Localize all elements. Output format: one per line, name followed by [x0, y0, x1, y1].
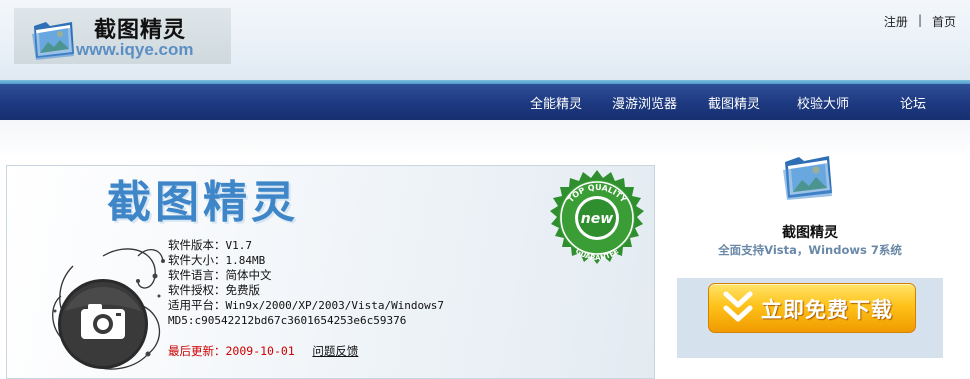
logo-url: www.iqye.com: [76, 40, 194, 59]
camera-icon: [52, 248, 165, 370]
last-update: 最后更新：2009-10-01: [168, 344, 295, 358]
sidebar-subtitle: 全面支持Vista，Windows 7系统: [718, 243, 902, 257]
feedback-link[interactable]: 问题反馈: [312, 344, 358, 358]
folder-photo-icon: [783, 156, 832, 200]
home-link[interactable]: 首页: [932, 13, 956, 30]
top-links: 注册 | 首页: [884, 13, 956, 30]
info-license: 软件授权：免费版: [168, 283, 261, 297]
download-arrow-icon: [723, 291, 753, 322]
seal-center-text: new: [581, 211, 613, 227]
size-value: 1.84MB: [225, 254, 266, 267]
software-info: 软件版本：V1.7 软件大小：1.84MB 软件语言：简体中文 软件授权：免费版…: [168, 238, 444, 328]
download-label: 立即免费下载: [761, 298, 893, 322]
info-md5: MD5:c90542212bd67c3601654253e6c59376: [168, 314, 407, 327]
site-logo[interactable]: 截图精灵 www.iqye.com: [14, 8, 231, 64]
nav-item-all-in-one[interactable]: 全能精灵: [530, 93, 582, 112]
nav-item-screenshot[interactable]: 截图精灵: [708, 93, 760, 112]
banner-title: 截图精灵: [107, 177, 299, 228]
site-header: 截图精灵 www.iqye.com 注册 | 首页: [0, 0, 970, 84]
quality-seal-icon: TOP QUALITY GUARANTEE new: [550, 170, 644, 264]
update-row: 最后更新：2009-10-01 问题反馈: [168, 343, 358, 359]
info-version: 软件版本：V1.7: [168, 238, 253, 252]
nav-item-checksum[interactable]: 校验大师: [797, 93, 849, 112]
product-banner: 截图精灵 软件版本：V1.7 软件大小：1.84MB 软件语言：简体中文 软件授…: [6, 165, 655, 379]
nav-item-forum[interactable]: 论坛: [900, 93, 926, 112]
link-separator: |: [917, 13, 922, 27]
sidebar-product-name: 截图精灵: [782, 225, 838, 241]
version-value: V1.7: [225, 239, 253, 252]
language-value: 简体中文: [225, 268, 272, 282]
info-platform: 适用平台：Win9x/2000/XP/2003/Vista/Windows7: [168, 298, 445, 312]
platform-value: Win9x/2000/XP/2003/Vista/Windows7: [225, 299, 445, 312]
info-language: 软件语言：简体中文: [168, 268, 272, 282]
folder-photo-icon: [32, 22, 74, 60]
info-size: 软件大小：1.84MB: [168, 253, 266, 267]
last-update-date: 2009-10-01: [225, 344, 295, 358]
main-nav: 全能精灵 漫游浏览器 截图精灵 校验大师 论坛: [0, 84, 970, 120]
nav-item-browser[interactable]: 漫游浏览器: [612, 93, 677, 112]
download-button[interactable]: 立即免费下载: [708, 283, 916, 333]
download-panel: 立即免费下载: [677, 278, 943, 358]
register-link[interactable]: 注册: [884, 13, 908, 30]
license-value: 免费版: [225, 283, 261, 297]
